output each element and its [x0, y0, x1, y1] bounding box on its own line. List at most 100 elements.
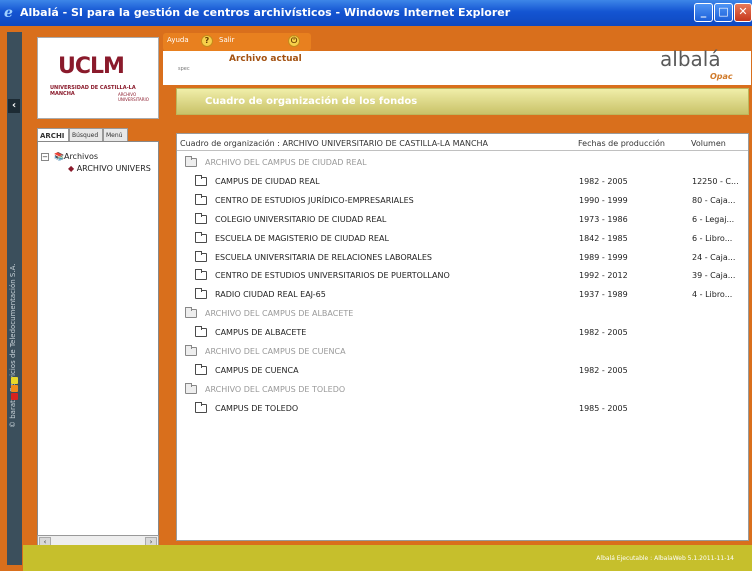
- table-row[interactable]: CAMPUS DE CUENCA 1982 - 2005: [177, 362, 748, 381]
- row-dates: 1982 - 2005: [579, 328, 628, 338]
- folder-icon: [195, 401, 207, 413]
- help-link[interactable]: Ayuda: [167, 36, 189, 44]
- folder-icon: [185, 307, 197, 319]
- row-name: CENTRO DE ESTUDIOS UNIVERSITARIOS DE PUE…: [215, 271, 450, 281]
- row-volume: 6 - Legaj...: [692, 214, 735, 224]
- row-name: CAMPUS DE ALBACETE: [215, 328, 307, 338]
- column-header-name[interactable]: Cuadro de organización : ARCHIVO UNIVERS…: [180, 139, 488, 148]
- tab-menu[interactable]: Menú: [103, 128, 128, 142]
- top-menu: Ayuda ? Salir ⏻: [163, 33, 311, 51]
- folder-icon: [195, 174, 207, 186]
- tree-child[interactable]: ◆ ARCHIVO UNIVERS: [68, 164, 151, 173]
- folder-icon: [185, 156, 197, 167]
- table-row[interactable]: CAMPUS DE ALBACETE 1982 - 2005: [177, 324, 748, 343]
- status-light-icon: [11, 377, 18, 384]
- exit-icon[interactable]: ⏻: [288, 35, 300, 47]
- help-icon[interactable]: ?: [201, 35, 213, 47]
- tree-root[interactable]: − 📚Archivos: [41, 152, 98, 161]
- row-dates: 1842 - 1985: [579, 233, 628, 243]
- browser-window: e Albalá - SI para la gestión de centros…: [0, 0, 752, 571]
- logo-line2: ARCHIVO UNIVERSITARIO: [118, 92, 149, 102]
- group-row[interactable]: ARCHIVO DEL CAMPUS DE CIUDAD REAL: [177, 154, 748, 173]
- current-archive-label: Archivo actual: [229, 54, 302, 64]
- title-bar: e Albalá - SI para la gestión de centros…: [0, 0, 752, 26]
- logo-name: UCLM: [58, 54, 125, 79]
- folder-icon: [185, 382, 197, 394]
- row-name: ARCHIVO DEL CAMPUS DE CIUDAD REAL: [205, 158, 367, 167]
- status-text: Albalá Ejecutable : AlbalaWeb 5.1.2011-1…: [596, 555, 734, 562]
- row-name: ESCUELA UNIVERSITARIA DE RELACIONES LABO…: [215, 252, 432, 262]
- table-row[interactable]: CENTRO DE ESTUDIOS UNIVERSITARIOS DE PUE…: [177, 267, 748, 286]
- folder-icon: [195, 231, 207, 243]
- folder-icon: [195, 288, 207, 300]
- table-row[interactable]: ESCUELA DE MAGISTERIO DE CIUDAD REAL 1842…: [177, 230, 748, 249]
- row-dates: 1990 - 1999: [579, 195, 628, 205]
- folder-icon: [185, 345, 197, 356]
- row-name: ARCHIVO DEL CAMPUS DE ALBACETE: [205, 309, 354, 319]
- organization-table: Cuadro de organización : ARCHIVO UNIVERS…: [176, 133, 749, 541]
- row-volume: 12250 - C...: [692, 176, 739, 186]
- status-light-icon: [11, 393, 18, 400]
- row-dates: 1992 - 2012: [579, 271, 628, 281]
- group-row[interactable]: ARCHIVO DEL CAMPUS DE CUENCA: [177, 343, 748, 362]
- row-volume: 24 - Caja...: [692, 252, 736, 262]
- exit-link[interactable]: Salir: [219, 36, 235, 44]
- table-row[interactable]: CAMPUS DE TOLEDO 1985 - 2005: [177, 400, 748, 419]
- row-dates: 1982 - 2005: [579, 176, 628, 186]
- column-header-dates[interactable]: Fechas de producción: [578, 139, 665, 148]
- folder-icon: [195, 326, 207, 338]
- folder-icon: [195, 250, 207, 262]
- row-volume: 6 - Libro...: [692, 233, 733, 243]
- row-volume: 4 - Libro...: [692, 290, 733, 300]
- close-button[interactable]: ✕: [734, 3, 752, 22]
- row-name: ARCHIVO DEL CAMPUS DE CUENCA: [205, 347, 346, 356]
- uclm-logo: UCLM UNIVERSIDAD DE CASTILLA-LA MANCHA A…: [37, 37, 159, 119]
- archive-node-icon: ◆: [68, 164, 75, 173]
- row-name: CAMPUS DE CIUDAD REAL: [215, 176, 320, 186]
- table-header: Cuadro de organización : ARCHIVO UNIVERS…: [177, 137, 748, 151]
- row-name: CENTRO DE ESTUDIOS JURÍDICO-EMPRESARIALE…: [215, 195, 414, 205]
- tree-child-label: ARCHIVO UNIVERS: [76, 164, 151, 173]
- table-row[interactable]: COLEGIO UNIVERSITARIO DE CIUDAD REAL 1973…: [177, 211, 748, 230]
- maximize-button[interactable]: □: [714, 3, 733, 22]
- row-name: ESCUELA DE MAGISTERIO DE CIUDAD REAL: [215, 233, 389, 243]
- folder-icon: [195, 212, 207, 224]
- window-title: Albalá - SI para la gestión de centros a…: [20, 6, 511, 19]
- group-row[interactable]: ARCHIVO DEL CAMPUS DE ALBACETE: [177, 305, 748, 324]
- row-dates: 1985 - 2005: [579, 403, 628, 413]
- copyright-text: © baratz- Servicios de Teledocumentación…: [9, 263, 17, 428]
- user-label: spec: [178, 66, 190, 72]
- collapse-icon[interactable]: −: [41, 152, 49, 161]
- minimize-button[interactable]: _: [694, 3, 713, 22]
- column-header-volume[interactable]: Volumen: [691, 139, 726, 148]
- collapse-arrow-icon[interactable]: ‹: [8, 99, 20, 113]
- archive-tree: − 📚Archivos ◆ ARCHIVO UNIVERS: [37, 141, 159, 551]
- books-icon: 📚: [54, 152, 64, 161]
- group-row[interactable]: ARCHIVO DEL CAMPUS DE TOLEDO: [177, 381, 748, 400]
- row-volume: 80 - Caja...: [692, 195, 736, 205]
- row-dates: 1989 - 1999: [579, 252, 628, 262]
- vertical-sidebar: ‹ © baratz- Servicios de Teledocumentaci…: [7, 32, 22, 565]
- row-volume: 39 - Caja...: [692, 271, 736, 281]
- table-row[interactable]: CAMPUS DE CIUDAD REAL 1982 - 2005 12250 - …: [177, 173, 748, 192]
- row-name: CAMPUS DE TOLEDO: [215, 403, 299, 413]
- brand-sub: Opac: [710, 72, 733, 81]
- table-row[interactable]: RADIO CIUDAD REAL EAJ-65 1937 - 1989 4 - L…: [177, 286, 748, 305]
- brand-name: albalá: [660, 47, 721, 71]
- banner-title: Cuadro de organización de los fondos: [205, 96, 418, 107]
- folder-icon: [195, 269, 207, 281]
- section-banner: Cuadro de organización de los fondos: [176, 88, 749, 115]
- status-bar: Albalá Ejecutable : AlbalaWeb 5.1.2011-1…: [23, 545, 752, 571]
- table-row[interactable]: ESCUELA UNIVERSITARIA DE RELACIONES LABO…: [177, 249, 748, 268]
- row-name: RADIO CIUDAD REAL EAJ-65: [215, 290, 326, 300]
- row-dates: 1937 - 1989: [579, 290, 628, 300]
- table-row[interactable]: CENTRO DE ESTUDIOS JURÍDICO-EMPRESARIALE…: [177, 192, 748, 211]
- tab-busqueda[interactable]: Búsqued: [69, 128, 103, 142]
- status-light-icon: [11, 385, 18, 392]
- row-name: ARCHIVO DEL CAMPUS DE TOLEDO: [205, 384, 346, 394]
- row-dates: 1982 - 2005: [579, 365, 628, 375]
- row-dates: 1973 - 1986: [579, 214, 628, 224]
- folder-icon: [195, 193, 207, 205]
- ie-logo-icon: e: [4, 5, 13, 21]
- folder-icon: [195, 363, 207, 375]
